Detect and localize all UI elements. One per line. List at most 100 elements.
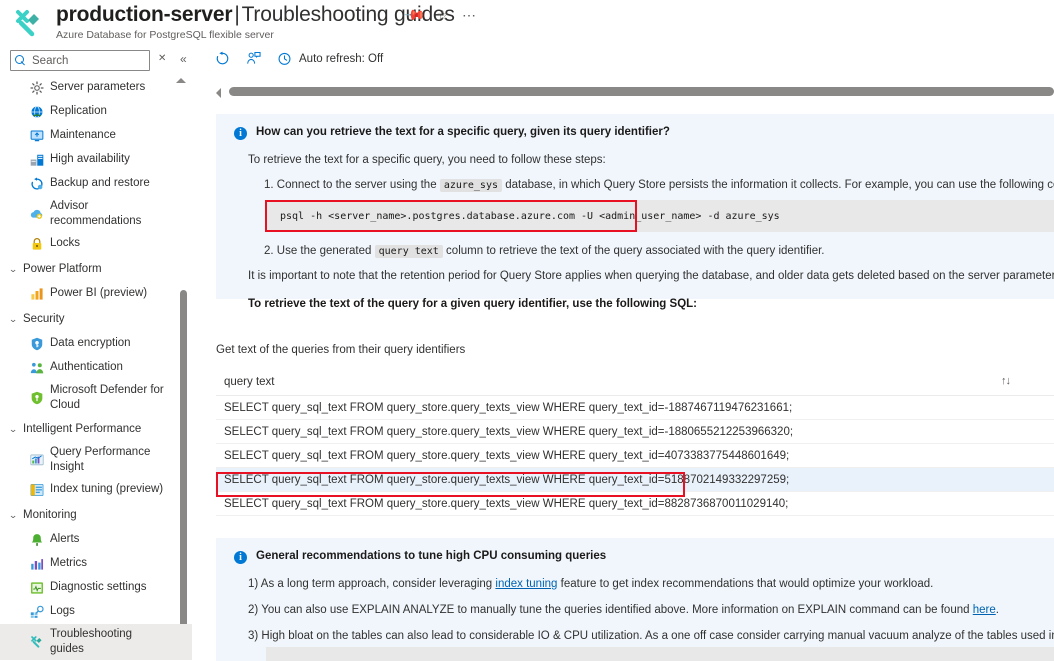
sidebar-item-label: Metrics: [50, 557, 88, 570]
step1-inline-code: azure_sys: [439, 179, 502, 192]
sidebar-item-microsoft-defender-for-cloud[interactable]: Microsoft Defender for Cloud: [0, 380, 192, 416]
sidebar-item-backup-and-restore[interactable]: Backup and restore: [0, 172, 192, 196]
sidebar-item-query-performance-insight[interactable]: Query Performance Insight: [0, 442, 192, 478]
search-clear-icon[interactable]: ✕: [158, 53, 166, 64]
authentication-icon: [30, 361, 44, 375]
nav-group-power-platform[interactable]: ⌄ Power Platform: [0, 256, 192, 282]
info-step-1: 1. Connect to the server using the azure…: [264, 179, 1054, 192]
table-row[interactable]: SELECT query_sql_text FROM query_store.q…: [216, 396, 1054, 420]
rec1-pre: 1) As a long term approach, consider lev…: [248, 578, 493, 590]
rec1-post: feature to get index recommendations tha…: [560, 578, 934, 590]
recommendations-header: i General recommendations to tune high C…: [234, 550, 606, 564]
sidebar-item-label: Authentication: [50, 361, 123, 374]
sidebar-item-index-tuning-preview[interactable]: Index tuning (preview): [0, 478, 192, 502]
sidebar-item-troubleshooting-guides[interactable]: Troubleshooting guides: [0, 624, 192, 660]
explain-here-link[interactable]: here: [973, 604, 996, 616]
favorite-icon[interactable]: ☆: [436, 8, 449, 22]
header-actions: 📌 ☆ ⋯: [403, 3, 476, 27]
powerbi-icon: [30, 287, 44, 301]
troubleshoot-header-icon: [16, 10, 39, 37]
sidebar-item-power-bi-preview[interactable]: Power BI (preview): [0, 282, 192, 306]
table-row[interactable]: SELECT query_sql_text FROM query_store.q…: [216, 468, 1054, 492]
sidebar-item-label: Replication: [50, 105, 107, 118]
metrics-icon: [30, 557, 44, 571]
sidebar-item-replication[interactable]: Replication: [0, 100, 192, 124]
table-row[interactable]: SELECT query_sql_text FROM query_store.q…: [216, 492, 1054, 516]
sidebar-item-label: Data encryption: [50, 337, 131, 350]
info-icon: i: [234, 127, 247, 140]
advisor-icon: [30, 207, 44, 221]
sidebar-item-label: Maintenance: [50, 129, 116, 142]
command-text: psql -h <server_name>.postgres.database.…: [280, 210, 780, 222]
scroll-left-arrow[interactable]: [216, 88, 221, 98]
sidebar-item-advisor-recommendations[interactable]: Advisor recommendations: [0, 196, 192, 232]
content-horizontal-scrollbar[interactable]: [216, 86, 1054, 100]
table-header-row: query text ↑↓: [216, 368, 1054, 396]
cell-query-text: SELECT query_sql_text FROM query_store.q…: [224, 401, 793, 414]
index-tuning-link[interactable]: index tuning: [495, 578, 557, 590]
sort-icon[interactable]: ↑↓: [1001, 375, 1011, 387]
shield-key-icon: [30, 337, 44, 351]
blade-header: production-server|Troubleshooting guides…: [0, 0, 1054, 46]
table-row[interactable]: SELECT query_sql_text FROM query_store.q…: [216, 420, 1054, 444]
auto-refresh-button[interactable]: Auto refresh: Off: [277, 51, 383, 66]
scroll-thumb[interactable]: [229, 87, 1054, 96]
column-header-query-text: query text: [224, 375, 275, 388]
sidebar-item-label: Diagnostic settings: [50, 581, 147, 594]
nav-list: Server parameters Replication Maintenance H…: [0, 76, 192, 660]
globe-icon: [30, 105, 44, 119]
recommendation-item-3: 3) High bloat on the tables can also lea…: [248, 630, 1054, 642]
sidebar-item-label: Advisor recommendations: [50, 200, 142, 227]
rec2-pre: 2) You can also use EXPLAIN ANALYZE to m…: [248, 604, 970, 616]
sidebar-item-logs[interactable]: Logs: [0, 600, 192, 624]
search-box[interactable]: [10, 50, 150, 71]
sidebar-item-label: Troubleshooting guides: [50, 628, 133, 655]
sidebar-item-label: Index tuning (preview): [50, 483, 164, 496]
chevron-down-icon: ⌄: [8, 509, 18, 520]
sidebar-item-authentication[interactable]: Authentication: [0, 356, 192, 380]
nav-group-security[interactable]: ⌄ Security: [0, 306, 192, 332]
sidebar-item-label: Query Performance Insight: [50, 446, 151, 473]
nav-group-intelligent-performance[interactable]: ⌄ Intelligent Performance: [0, 416, 192, 442]
info-final-bold-line: To retrieve the text of the query for a …: [248, 298, 697, 310]
chevron-down-icon: ⌄: [8, 423, 18, 434]
feedback-icon[interactable]: [246, 51, 261, 66]
sidebar-item-metrics[interactable]: Metrics: [0, 552, 192, 576]
nav-group-monitoring[interactable]: ⌄ Monitoring: [0, 502, 192, 528]
table-body: SELECT query_sql_text FROM query_store.q…: [216, 396, 1054, 516]
resource-name: production-server: [56, 3, 233, 26]
chevron-down-icon: ⌄: [8, 263, 18, 274]
sidebar-item-data-encryption[interactable]: Data encryption: [0, 332, 192, 356]
refresh-icon[interactable]: [215, 51, 230, 66]
sidebar-item-alerts[interactable]: Alerts: [0, 528, 192, 552]
index-tuning-icon: [30, 483, 44, 497]
lock-icon: [30, 237, 44, 251]
sidebar-item-label: Microsoft Defender for Cloud: [50, 384, 164, 411]
sidebar-item-diagnostic-settings[interactable]: Diagnostic settings: [0, 576, 192, 600]
table-row[interactable]: SELECT query_sql_text FROM query_store.q…: [216, 444, 1054, 468]
collapse-sidebar-icon[interactable]: «: [180, 52, 187, 66]
sidebar-item-high-availability[interactable]: High availability: [0, 148, 192, 172]
defender-icon: [30, 391, 44, 405]
sidebar-item-maintenance[interactable]: Maintenance: [0, 124, 192, 148]
resource-subtitle: Azure Database for PostgreSQL flexible s…: [56, 29, 274, 41]
search-input[interactable]: [30, 53, 142, 68]
sidebar-item-label: Alerts: [50, 533, 80, 546]
step2-pre: 2. Use the generated: [264, 245, 372, 257]
search-icon: [15, 55, 26, 66]
servers-icon: [30, 153, 44, 167]
nav-group-label: Intelligent Performance: [23, 423, 142, 435]
sidebar-item-locks[interactable]: Locks: [0, 232, 192, 256]
cell-query-text: SELECT query_sql_text FROM query_store.q…: [224, 497, 789, 510]
sidebar-item-server-parameters[interactable]: Server parameters: [0, 76, 192, 100]
step1-pre: 1. Connect to the server using the: [264, 179, 437, 191]
cell-query-text: SELECT query_sql_text FROM query_store.q…: [224, 473, 790, 486]
sidebar-item-label: Server parameters: [50, 81, 146, 94]
sidebar-item-label: Backup and restore: [50, 177, 150, 190]
bottom-code-block: [266, 647, 1054, 661]
table-caption: Get text of the queries from their query…: [216, 344, 466, 356]
sidebar-item-label: Power BI (preview): [50, 287, 148, 300]
more-icon[interactable]: ⋯: [462, 8, 476, 22]
sidebar-item-label: Logs: [50, 605, 75, 618]
resource-menu-sidebar[interactable]: Server parameters Replication Maintenance H…: [0, 76, 192, 661]
